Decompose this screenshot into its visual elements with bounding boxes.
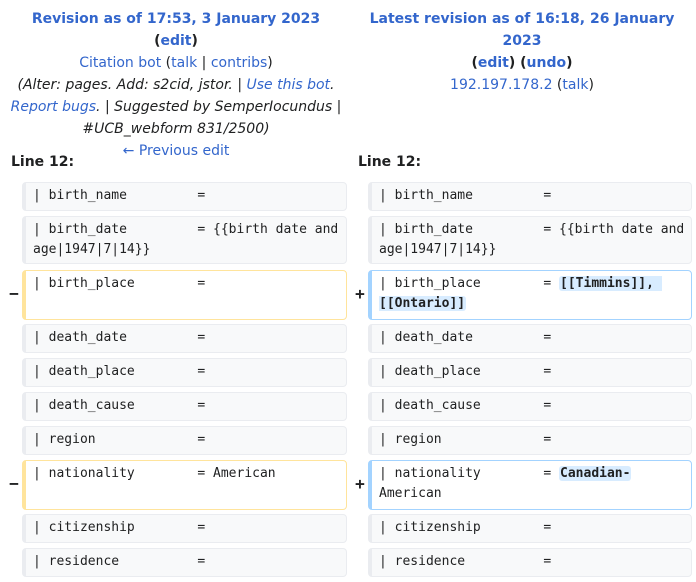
- diff-context-right: | citizenship =: [368, 514, 692, 543]
- diff-deleted-line: | nationality = American: [22, 460, 347, 510]
- old-user-link[interactable]: Citation bot: [79, 55, 161, 71]
- old-revision-title[interactable]: Revision as of 17:53, 3 January 2023: [32, 11, 320, 27]
- diff-context-right: | residence =: [368, 548, 692, 577]
- diff-context-left: | birth_name =: [22, 182, 347, 211]
- deleted-line-marker: −: [9, 284, 19, 303]
- diff-context-right: | death_date =: [368, 324, 692, 353]
- diff-added-line: | birth_place = [[Timmins]], [[Ontario]]: [368, 270, 692, 320]
- old-contribs-link[interactable]: contribs: [211, 55, 267, 71]
- edit-summary: (Alter: pages. Add: s2cid, jstor. | Use …: [10, 77, 342, 137]
- diff-context-left: | death_place =: [22, 358, 347, 387]
- diff-context-left: | citizenship =: [22, 514, 347, 543]
- old-talk-link[interactable]: talk: [171, 55, 197, 71]
- diff-context-right: | region =: [368, 426, 692, 455]
- diff-context-left: | death_date =: [22, 324, 347, 353]
- use-bot-link[interactable]: Use this bot: [246, 77, 330, 93]
- diff-deleted-line: | birth_place =: [22, 270, 347, 320]
- diff-context-right: | death_place =: [368, 358, 692, 387]
- diff-context-right: | death_cause =: [368, 392, 692, 421]
- new-line-number: Line 12:: [358, 154, 422, 170]
- new-revision-header: Latest revision as of 16:18, 26 January …: [369, 11, 675, 93]
- new-revision-title[interactable]: Latest revision as of 16:18, 26 January …: [370, 11, 675, 49]
- new-edit-link[interactable]: edit: [478, 55, 509, 71]
- previous-edit-link[interactable]: ← Previous edit: [123, 143, 230, 159]
- new-user-link[interactable]: 192.197.178.2: [450, 77, 552, 93]
- diff-context-left: | residence =: [22, 548, 347, 577]
- diff-added-line: | nationality = Canadian-American: [368, 460, 692, 510]
- new-talk-link[interactable]: talk: [562, 77, 588, 93]
- diff-context-left: | death_cause =: [22, 392, 347, 421]
- inserted-text: Canadian-: [559, 466, 632, 481]
- old-revision-header: Revision as of 17:53, 3 January 2023 (ed…: [8, 8, 344, 162]
- diff-context-left: | region =: [22, 426, 347, 455]
- deleted-line-marker: −: [9, 474, 19, 493]
- old-edit-link[interactable]: edit: [160, 33, 191, 49]
- report-bugs-link[interactable]: Report bugs: [11, 99, 96, 115]
- diff-context-right: | birth_name =: [368, 182, 692, 211]
- diff-context-left: | birth_date = {{birth date and age|1947…: [22, 216, 347, 264]
- diff-context-right: | birth_date = {{birth date and age|1947…: [368, 216, 692, 264]
- old-line-number: Line 12:: [11, 154, 75, 170]
- undo-link[interactable]: undo: [527, 55, 567, 71]
- added-line-marker: +: [355, 284, 365, 303]
- added-line-marker: +: [355, 474, 365, 493]
